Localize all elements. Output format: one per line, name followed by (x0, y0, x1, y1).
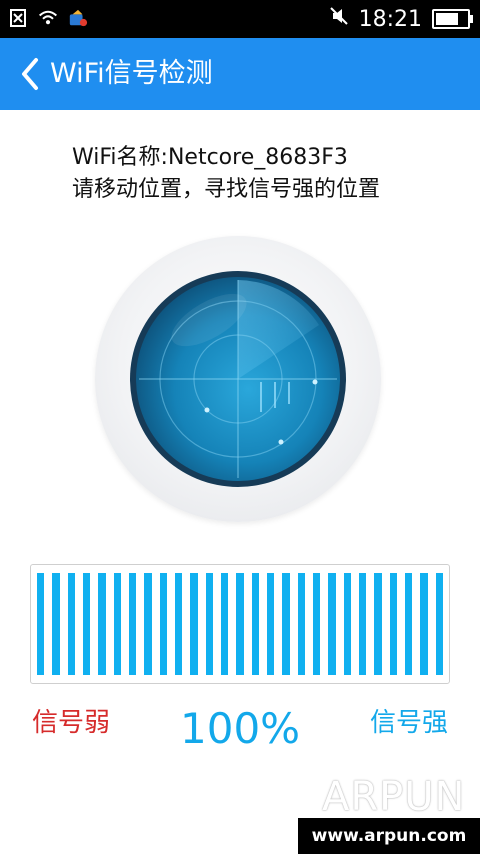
status-right: 18:21 (329, 6, 473, 32)
watermark-logo: ARPUN (322, 774, 466, 820)
status-bar: 18:21 (0, 0, 480, 38)
app-bar: WiFi信号检测 (0, 38, 480, 110)
signal-bar (220, 573, 229, 675)
signal-bar (144, 573, 152, 675)
radar-icon (130, 271, 346, 487)
signal-bar (174, 573, 183, 675)
signal-bar (37, 573, 45, 675)
signal-bars (37, 573, 443, 675)
signal-bar (52, 573, 60, 675)
back-button[interactable] (14, 54, 48, 94)
radar-dial (95, 236, 381, 522)
signal-bar (205, 573, 213, 675)
battery-icon (432, 9, 473, 29)
signal-bar (358, 573, 367, 675)
chevron-left-icon (22, 58, 38, 90)
signal-bar (297, 573, 305, 675)
battery-fill (436, 13, 458, 25)
signal-bar (266, 573, 275, 675)
status-left-icons (8, 8, 88, 28)
signal-meter (30, 564, 450, 684)
notification-app-icon (68, 8, 88, 28)
signal-bar (282, 573, 290, 675)
signal-bar (128, 573, 137, 675)
signal-bar (190, 573, 198, 675)
signal-bar (82, 573, 91, 675)
signal-bar (328, 573, 336, 675)
signal-bar (312, 573, 321, 675)
signal-bar (374, 573, 382, 675)
silent-icon (329, 6, 349, 32)
signal-bar (67, 573, 75, 675)
wifi-icon (38, 8, 58, 28)
signal-bar (435, 573, 443, 675)
signal-bar (159, 573, 167, 675)
wifi-name-text: WiFi名称:Netcore_8683F3 (72, 145, 348, 170)
signal-bar (420, 573, 428, 675)
signal-bar (113, 573, 121, 675)
status-time: 18:21 (358, 6, 422, 32)
signal-bar (404, 573, 413, 675)
signal-bar (236, 573, 244, 675)
signal-percent: 100% (180, 704, 301, 753)
signal-bar (251, 573, 259, 675)
signal-bar (343, 573, 351, 675)
signal-bar (389, 573, 397, 675)
weak-signal-label: 信号弱 (32, 708, 111, 738)
sim-off-icon (8, 8, 28, 28)
page-title: WiFi信号检测 (50, 58, 213, 89)
wifi-info: WiFi名称:Netcore_8683F3 请移动位置，寻找信号强的位置 (72, 142, 380, 206)
instruction-text: 请移动位置，寻找信号强的位置 (72, 177, 381, 202)
watermark-url: www.arpun.com (298, 818, 480, 854)
signal-bar (98, 573, 106, 675)
strong-signal-label: 信号强 (370, 708, 449, 738)
